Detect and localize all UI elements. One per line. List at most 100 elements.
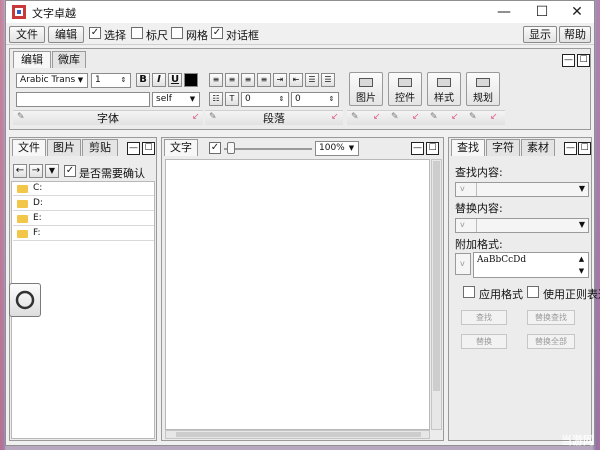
plan-button[interactable]: 规划 [466,72,500,106]
edit-menu-button[interactable]: 编辑 [48,26,84,43]
bold-button[interactable]: B [136,73,150,87]
folder-icon [17,215,28,223]
horizontal-scrollbar-thumb[interactable] [176,432,421,437]
chevron-down-icon[interactable]: ▼ [45,164,59,178]
font-group-title: 字体 [97,112,119,125]
clear-format-icon[interactable]: T [225,92,239,106]
tab-find[interactable]: 查找 [451,139,485,156]
dialog-checkbox[interactable]: ✓ [211,27,223,39]
line-spacing-icon[interactable]: ☰ [305,73,319,87]
ruler-checkbox[interactable] [131,27,143,39]
zoom-slider-track[interactable] [224,148,312,150]
close-button[interactable]: ✕ [559,1,595,23]
control-button-label: 控件 [395,93,415,104]
drive-f[interactable]: F: [13,227,154,241]
tab-materials[interactable]: 素材 [521,139,555,156]
ribbon-minimize-icon[interactable]: — [562,54,575,67]
style-select[interactable]: self ▼ [152,92,200,107]
font-name-select[interactable]: Arabic Trans ▼ [16,73,88,88]
tab-characters[interactable]: 字符 [486,139,520,156]
find-combo[interactable]: v ▼ [455,182,589,197]
show-button[interactable]: 显示 [523,26,557,43]
spacing-icon[interactable]: ☰ [321,73,335,87]
indent-stepper-1[interactable]: 0 ⇕ [241,92,289,107]
format-history-button[interactable]: v [455,253,471,275]
drive-c[interactable]: C: [13,182,154,196]
format-preview-text: AaBbCcDd [477,255,527,265]
text-editor-area[interactable] [165,159,430,430]
align-right-icon[interactable]: ≡ [241,73,255,87]
panel-minimize-icon[interactable]: — [411,142,424,155]
image-button[interactable]: 图片 [349,72,383,106]
expand-icon[interactable]: ↙ [490,112,498,122]
expand-icon[interactable]: ↙ [331,112,339,122]
app-icon [12,5,26,19]
vertical-scrollbar-thumb[interactable] [433,161,440,391]
style-button[interactable]: 样式 [427,72,461,106]
control-button[interactable]: 控件 [388,72,422,106]
tab-clipboard[interactable]: 剪贴 [82,139,118,156]
regex-checkbox[interactable] [527,286,539,298]
wand-icon: ✎ [209,112,217,122]
apply-format-checkbox[interactable] [463,286,475,298]
panel-minimize-icon[interactable]: — [564,142,577,155]
outdent-icon[interactable]: ⇤ [289,73,303,87]
ribbon-restore-icon[interactable]: ☐ [577,54,590,67]
indent-icon[interactable]: ⇥ [273,73,287,87]
tab-library[interactable]: 微库 [52,51,86,68]
select-checkbox[interactable]: ✓ [89,27,101,39]
expand-icon[interactable]: ↙ [373,112,381,122]
panel-restore-icon[interactable]: ☐ [142,142,155,155]
replace-input[interactable] [476,219,587,232]
zoom-slider-handle[interactable] [227,142,235,154]
expand-icon[interactable]: ↙ [192,112,200,122]
expand-icon[interactable]: ↙ [412,112,420,122]
back-arrow-icon[interactable]: ← [13,164,27,178]
drive-e[interactable]: E: [13,212,154,226]
tab-text[interactable]: 文字 [164,139,198,156]
image-button-label: 图片 [356,93,376,104]
replace-all-button[interactable]: 替换全部 [527,334,575,349]
grid-checkbox[interactable] [171,27,183,39]
help-button[interactable]: 帮助 [559,26,591,43]
drive-label: D: [33,198,43,208]
format-scroll-arrows-icon[interactable]: ▲ ▼ [576,253,587,277]
assistive-touch-button[interactable] [9,283,41,317]
tab-edit[interactable]: 编辑 [13,51,51,68]
panel-restore-icon[interactable]: ☐ [578,142,591,155]
find-button[interactable]: 查找 [461,310,507,325]
file-menu-button[interactable]: 文件 [9,26,45,43]
find-replace-panel: 查找 字符 素材 — ☐ 查找内容: v ▼ 替换内容: v ▼ 附加格式: v… [448,137,600,441]
font-preview-field[interactable] [16,92,150,107]
forward-arrow-icon[interactable]: → [29,164,43,178]
minimize-button[interactable]: — [486,1,522,23]
vertical-scrollbar[interactable] [431,159,442,430]
maximize-button[interactable]: ☐ [524,1,560,23]
drive-d[interactable]: D: [13,197,154,211]
find-input[interactable] [476,183,587,196]
confirm-checkbox[interactable]: ✓ [64,165,76,177]
italic-button[interactable]: I [152,73,166,87]
panel-minimize-icon[interactable]: — [127,142,140,155]
align-justify-icon[interactable]: ≡ [257,73,271,87]
format-preview-box[interactable]: AaBbCcDd [473,252,589,278]
underline-button[interactable]: U [168,73,182,87]
align-center-icon[interactable]: ≡ [225,73,239,87]
indent-stepper-2[interactable]: 0 ⇕ [291,92,339,107]
replace-combo[interactable]: v ▼ [455,218,589,233]
list-icon[interactable]: ☷ [209,92,223,106]
text-editor-panel: 文字 ✓ 100% ▼ — ☐ [161,137,444,441]
zoom-select[interactable]: 100% ▼ [315,141,359,156]
ribbon-body: Arabic Trans ▼ 1 ⇕ B I U self ▼ 字体 ✎ ↙ ≡ [13,69,588,129]
panel-restore-icon[interactable]: ☐ [426,142,439,155]
replace-button[interactable]: 替换 [461,334,507,349]
align-left-icon[interactable]: ≡ [209,73,223,87]
replace-find-button[interactable]: 替换查找 [527,310,575,325]
horizontal-scrollbar[interactable] [165,430,430,439]
font-size-stepper[interactable]: 1 ⇕ [91,73,131,88]
expand-icon[interactable]: ↙ [451,112,459,122]
tab-images[interactable]: 图片 [47,139,81,156]
slider-enable-checkbox[interactable]: ✓ [209,142,221,154]
font-color-picker[interactable] [184,73,198,87]
tab-files[interactable]: 文件 [12,139,46,156]
